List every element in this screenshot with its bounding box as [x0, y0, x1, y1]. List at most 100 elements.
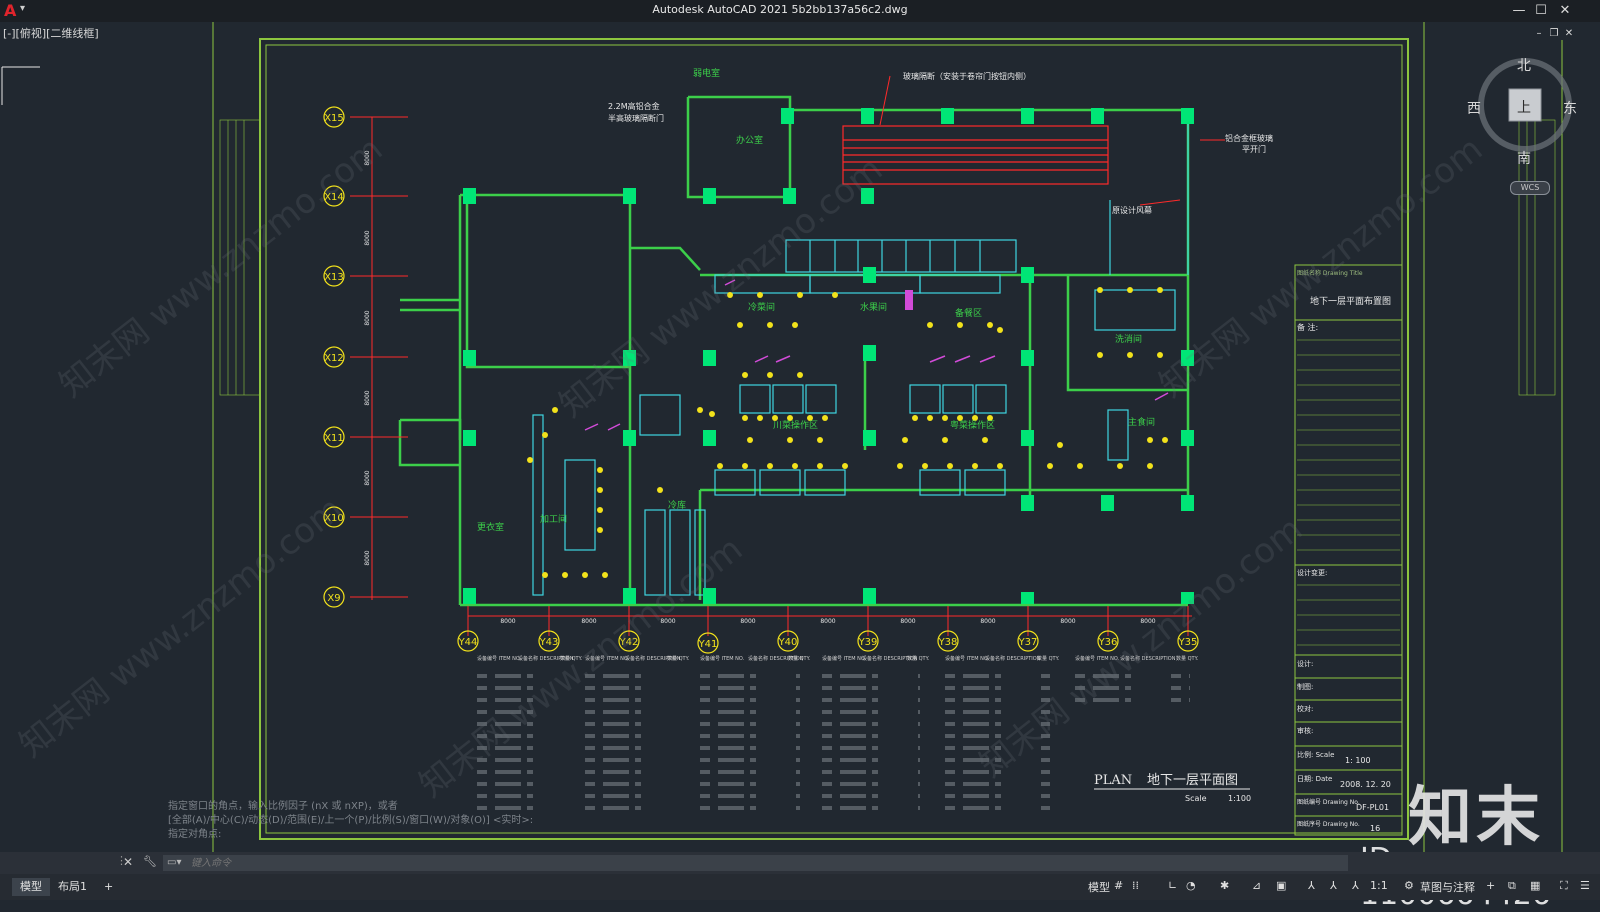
annotation-scale-icon[interactable]: ⅄: [1352, 879, 1359, 892]
customize-menu-icon[interactable]: ☰: [1580, 879, 1590, 892]
col-label: Y40: [778, 637, 798, 648]
schedule-header: 设备编号 ITEM NO.: [945, 655, 990, 662]
tb-design-label: 设计:: [1297, 659, 1313, 668]
hardware-accel-icon[interactable]: ▦: [1530, 879, 1540, 892]
row-label: X9: [327, 593, 340, 604]
floor-plan-walls: [398, 95, 1190, 607]
ortho-icon[interactable]: ∟: [1168, 879, 1177, 892]
dim-label: 8000: [740, 618, 755, 625]
viewcube-top-face[interactable]: 上: [1517, 97, 1531, 117]
title-block-hatch: [1297, 339, 1400, 646]
wrench-icon[interactable]: 🔧︎: [143, 855, 157, 868]
drawing-frame: [212, 22, 1563, 852]
room-label: 办公室: [736, 134, 763, 146]
dim-label: 8000: [364, 550, 371, 565]
polar-icon[interactable]: ◔: [1186, 879, 1196, 892]
maximize-button[interactable]: ☐: [1530, 1, 1552, 21]
plan-scale-value: 1:100: [1228, 794, 1251, 803]
auto-scale-icon[interactable]: ⅄: [1330, 879, 1337, 892]
note-original-design: 原设计风幕: [1112, 205, 1152, 215]
isolate-icon[interactable]: ⧉: [1508, 879, 1516, 893]
tb-date-value: 2008. 12. 20: [1340, 780, 1391, 789]
annotation-visibility-icon[interactable]: ⅄: [1308, 879, 1315, 892]
annotation-scale-value[interactable]: 1:1: [1370, 879, 1388, 892]
ucs-icon: [1, 66, 40, 105]
viewcube-west[interactable]: 西: [1467, 98, 1481, 118]
command-prompt-icon[interactable]: ▭▾: [167, 857, 181, 868]
selection-cycle-icon[interactable]: ▣: [1276, 879, 1286, 892]
dim-label: 8000: [364, 310, 371, 325]
title-bar: A ▾ Autodesk AutoCAD 2021 5b2bb137a56c2.…: [0, 0, 1600, 22]
tb-date-label: 日期: Date: [1297, 775, 1332, 783]
gear-icon[interactable]: ⚙: [1404, 879, 1414, 892]
schedule-header: 设备名称 DESCRIPTION: [985, 655, 1041, 662]
drawing-canvas[interactable]: 图纸名称 Drawing Title 地下一层平面布置图 备 注: 设计变更: …: [0, 22, 1600, 852]
room-label: 冷菜间: [748, 301, 775, 313]
room-label: 备餐区: [955, 307, 982, 319]
plus-icon[interactable]: +: [1486, 879, 1495, 892]
wcs-menu[interactable]: WCS: [1510, 181, 1550, 195]
tb-scale-value: 1: 100: [1345, 756, 1371, 765]
col-label: Y44: [458, 637, 478, 648]
note-door-1: 2.2M高铝合金: [608, 101, 660, 111]
dim-label: 8000: [1060, 618, 1075, 625]
dim-label: 8000: [980, 618, 995, 625]
dim-label: 8000: [900, 618, 915, 625]
tb-sheet-no-label: 图纸序号 Drawing No.: [1297, 820, 1360, 828]
room-label: 更衣室: [477, 521, 504, 533]
model-space-button[interactable]: 模型: [1088, 879, 1110, 895]
col-label: Y38: [938, 637, 958, 648]
schedule-header: 数量 QTY.: [667, 655, 690, 662]
minimize-button[interactable]: —: [1508, 1, 1530, 21]
tb-sheet-no: 16: [1370, 824, 1380, 833]
tab-model[interactable]: 模型: [12, 878, 50, 896]
dim-label: 8000: [820, 618, 835, 625]
snap-icon[interactable]: ⁞⁞: [1132, 879, 1139, 892]
room-label: 主食间: [1128, 416, 1155, 428]
command-input[interactable]: [163, 855, 1348, 871]
close-command-line-icon[interactable]: ✕: [123, 855, 133, 869]
fullscreen-icon[interactable]: ⛶: [1560, 879, 1568, 893]
schedule-header: 数量 QTY.: [1037, 655, 1060, 662]
tb-remarks-label: 备 注:: [1297, 322, 1318, 332]
room-label: 弱电室: [693, 67, 720, 79]
workspace-switch[interactable]: 草图与注释: [1420, 879, 1475, 895]
tb-drawing-no-label: 图纸编号 Drawing No.: [1297, 798, 1360, 806]
row-label: X12: [324, 353, 344, 364]
add-layout-button[interactable]: +: [96, 878, 121, 896]
close-button[interactable]: ✕: [1554, 1, 1576, 21]
viewcube[interactable]: 北 南 东 西 上: [1467, 55, 1577, 167]
schedule-header: 数量 QTY.: [907, 655, 930, 662]
tab-layout1[interactable]: 布局1: [50, 878, 95, 896]
dim-label: 8000: [364, 390, 371, 405]
note-door-2: 半高玻璃隔断门: [608, 113, 664, 123]
grid-icon[interactable]: #: [1114, 879, 1123, 892]
history-line: 指定窗口的角点，输入比例因子 (nX 或 nXP)，或者: [168, 801, 398, 812]
viewcube-south[interactable]: 南: [1517, 148, 1531, 168]
schedule-header: 设备编号 ITEM NO.: [477, 655, 522, 662]
lineweight-icon[interactable]: ⊿: [1252, 879, 1261, 892]
osnap-icon[interactable]: ✱: [1220, 879, 1229, 892]
room-label: 洗消间: [1115, 333, 1142, 345]
command-history: 指定窗口的角点，输入比例因子 (nX 或 nXP)，或者 [全部(A)/中心(C…: [168, 800, 533, 842]
col-label: Y39: [858, 637, 878, 648]
viewcube-east[interactable]: 东: [1563, 98, 1577, 118]
tb-drawing-no: DF-PL01: [1356, 803, 1389, 812]
tb-scale-label: 比例: Scale: [1297, 750, 1334, 759]
note-glass-door-2: 平开门: [1242, 144, 1266, 154]
tb-revision-label: 设计变更:: [1297, 568, 1327, 577]
history-line: 指定对角点:: [168, 829, 222, 840]
plan-title-cn: 地下一层平面图: [1147, 773, 1238, 788]
col-label: Y41: [698, 639, 718, 650]
col-label: Y43: [539, 637, 559, 648]
row-label: X11: [324, 433, 344, 444]
dim-label: 8000: [364, 470, 371, 485]
note-glass-door-1: 铝合金框玻璃: [1225, 133, 1273, 143]
schedule-header: 设备编号 ITEM NO.: [700, 655, 745, 662]
axis-labels: X15 X14 X13 X12 X11 X10 X9 Y44 Y43 Y42 Y…: [324, 113, 1197, 650]
history-line: [全部(A)/中心(C)/动态(D)/范围(E)/上一个(P)/比例(S)/窗口…: [168, 815, 534, 826]
col-label: Y37: [1018, 637, 1038, 648]
row-label: X13: [324, 272, 344, 283]
viewcube-north[interactable]: 北: [1517, 55, 1531, 75]
schedule-header: 设备编号 ITEM NO.: [822, 655, 867, 662]
